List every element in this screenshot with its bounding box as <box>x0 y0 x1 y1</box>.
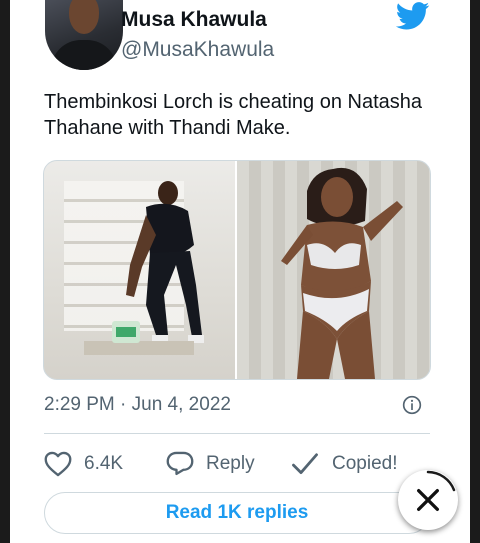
read-replies-button[interactable]: Read 1K replies <box>44 492 430 534</box>
author-name[interactable]: Musa Khawula <box>121 8 267 32</box>
photo-left[interactable] <box>44 161 235 379</box>
tweet-media[interactable] <box>43 160 431 380</box>
tweet-text: Thembinkosi Lorch is cheating on Natasha… <box>44 91 422 139</box>
info-icon[interactable] <box>402 395 422 415</box>
twitter-bird-icon[interactable] <box>396 2 430 30</box>
like-button[interactable]: 6.4K <box>44 447 123 481</box>
tweet-card: Musa Khawula @MusaKhawula Thembinkosi Lo… <box>10 0 470 543</box>
copy-label: Copied! <box>332 453 398 474</box>
speech-bubble-icon <box>166 451 194 476</box>
checkmark-icon <box>292 453 318 475</box>
divider <box>44 433 430 434</box>
like-count: 6.4K <box>84 453 124 474</box>
close-button[interactable] <box>398 470 458 530</box>
heart-icon <box>44 451 72 477</box>
reply-button[interactable]: Reply <box>166 447 255 481</box>
photo-right[interactable] <box>237 161 430 379</box>
tweet-timestamp[interactable]: 2:29 PM · Jun 4, 2022 <box>44 394 231 416</box>
author-handle[interactable]: @MusaKhawula <box>121 38 274 62</box>
avatar[interactable] <box>45 0 123 70</box>
copy-link-button[interactable]: Copied! <box>290 447 398 481</box>
tweet-actions: 6.4K Reply Copied! <box>44 447 444 481</box>
reply-label: Reply <box>206 453 255 474</box>
